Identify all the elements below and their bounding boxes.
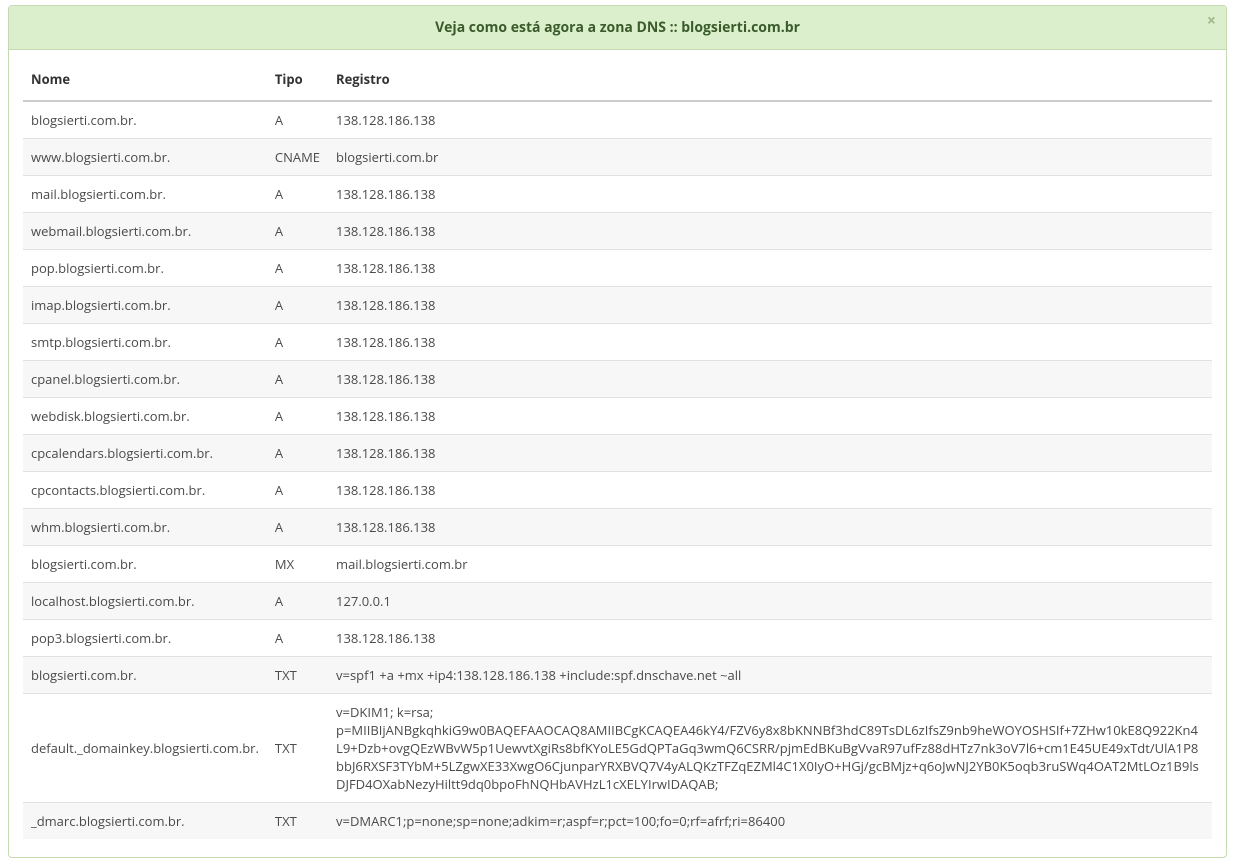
cell-record: blogsierti.com.br xyxy=(328,139,1212,176)
column-header-type: Tipo xyxy=(267,60,328,101)
cell-record: 138.128.186.138 xyxy=(328,213,1212,250)
cell-name: blogsierti.com.br. xyxy=(23,546,267,583)
cell-type: A xyxy=(267,509,328,546)
table-row: imap.blogsierti.com.br.A138.128.186.138 xyxy=(23,287,1212,324)
table-row: whm.blogsierti.com.br.A138.128.186.138 xyxy=(23,509,1212,546)
table-row: webmail.blogsierti.com.br.A138.128.186.1… xyxy=(23,213,1212,250)
table-row: default._domainkey.blogsierti.com.br.TXT… xyxy=(23,694,1212,803)
cell-record: 138.128.186.138 xyxy=(328,509,1212,546)
cell-type: A xyxy=(267,361,328,398)
table-row: blogsierti.com.br.MXmail.blogsierti.com.… xyxy=(23,546,1212,583)
cell-record: 138.128.186.138 xyxy=(328,398,1212,435)
cell-name: pop.blogsierti.com.br. xyxy=(23,250,267,287)
cell-name: smtp.blogsierti.com.br. xyxy=(23,324,267,361)
cell-type: TXT xyxy=(267,803,328,840)
cell-name: cpanel.blogsierti.com.br. xyxy=(23,361,267,398)
cell-type: A xyxy=(267,287,328,324)
cell-record: 138.128.186.138 xyxy=(328,620,1212,657)
cell-record: 138.128.186.138 xyxy=(328,250,1212,287)
cell-type: A xyxy=(267,583,328,620)
cell-name: whm.blogsierti.com.br. xyxy=(23,509,267,546)
panel-header: Veja como está agora a zona DNS :: blogs… xyxy=(9,6,1226,50)
cell-name: webdisk.blogsierti.com.br. xyxy=(23,398,267,435)
cell-record: 138.128.186.138 xyxy=(328,324,1212,361)
table-header-row: Nome Tipo Registro xyxy=(23,60,1212,101)
table-row: mail.blogsierti.com.br.A138.128.186.138 xyxy=(23,176,1212,213)
table-row: smtp.blogsierti.com.br.A138.128.186.138 xyxy=(23,324,1212,361)
dns-records-table: Nome Tipo Registro blogsierti.com.br.A13… xyxy=(23,60,1212,839)
cell-type: TXT xyxy=(267,694,328,803)
cell-record: 138.128.186.138 xyxy=(328,472,1212,509)
column-header-record: Registro xyxy=(328,60,1212,101)
cell-name: cpcontacts.blogsierti.com.br. xyxy=(23,472,267,509)
table-row: pop3.blogsierti.com.br.A138.128.186.138 xyxy=(23,620,1212,657)
cell-record: 138.128.186.138 xyxy=(328,176,1212,213)
cell-type: A xyxy=(267,213,328,250)
cell-type: TXT xyxy=(267,657,328,694)
table-row: _dmarc.blogsierti.com.br.TXTv=DMARC1;p=n… xyxy=(23,803,1212,840)
table-row: blogsierti.com.br.TXTv=spf1 +a +mx +ip4:… xyxy=(23,657,1212,694)
cell-type: A xyxy=(267,250,328,287)
dns-zone-panel: Veja como está agora a zona DNS :: blogs… xyxy=(8,5,1227,858)
cell-type: A xyxy=(267,620,328,657)
cell-name: localhost.blogsierti.com.br. xyxy=(23,583,267,620)
cell-type: A xyxy=(267,472,328,509)
cell-record: mail.blogsierti.com.br xyxy=(328,546,1212,583)
cell-record: 138.128.186.138 xyxy=(328,435,1212,472)
table-row: www.blogsierti.com.br.CNAMEblogsierti.co… xyxy=(23,139,1212,176)
panel-title: Veja como está agora a zona DNS :: blogs… xyxy=(435,18,800,37)
cell-record: 138.128.186.138 xyxy=(328,361,1212,398)
close-icon[interactable]: × xyxy=(1207,12,1216,28)
cell-name: cpcalendars.blogsierti.com.br. xyxy=(23,435,267,472)
panel-body: Nome Tipo Registro blogsierti.com.br.A13… xyxy=(9,50,1226,857)
cell-name: default._domainkey.blogsierti.com.br. xyxy=(23,694,267,803)
table-row: cpcontacts.blogsierti.com.br.A138.128.18… xyxy=(23,472,1212,509)
cell-record: 127.0.0.1 xyxy=(328,583,1212,620)
table-row: pop.blogsierti.com.br.A138.128.186.138 xyxy=(23,250,1212,287)
cell-record: v=DMARC1;p=none;sp=none;adkim=r;aspf=r;p… xyxy=(328,803,1212,840)
cell-type: A xyxy=(267,176,328,213)
table-row: blogsierti.com.br.A138.128.186.138 xyxy=(23,101,1212,139)
cell-name: mail.blogsierti.com.br. xyxy=(23,176,267,213)
cell-name: www.blogsierti.com.br. xyxy=(23,139,267,176)
cell-name: webmail.blogsierti.com.br. xyxy=(23,213,267,250)
table-row: cpcalendars.blogsierti.com.br.A138.128.1… xyxy=(23,435,1212,472)
cell-record: 138.128.186.138 xyxy=(328,101,1212,139)
cell-name: imap.blogsierti.com.br. xyxy=(23,287,267,324)
cell-record: 138.128.186.138 xyxy=(328,287,1212,324)
column-header-name: Nome xyxy=(23,60,267,101)
cell-type: CNAME xyxy=(267,139,328,176)
cell-record: v=DKIM1; k=rsa; p=MIIBIjANBgkqhkiG9w0BAQ… xyxy=(328,694,1212,803)
cell-name: blogsierti.com.br. xyxy=(23,657,267,694)
cell-type: A xyxy=(267,324,328,361)
cell-name: blogsierti.com.br. xyxy=(23,101,267,139)
cell-type: A xyxy=(267,435,328,472)
table-row: localhost.blogsierti.com.br.A127.0.0.1 xyxy=(23,583,1212,620)
table-row: cpanel.blogsierti.com.br.A138.128.186.13… xyxy=(23,361,1212,398)
table-row: webdisk.blogsierti.com.br.A138.128.186.1… xyxy=(23,398,1212,435)
cell-name: pop3.blogsierti.com.br. xyxy=(23,620,267,657)
cell-record: v=spf1 +a +mx +ip4:138.128.186.138 +incl… xyxy=(328,657,1212,694)
cell-type: A xyxy=(267,398,328,435)
cell-type: MX xyxy=(267,546,328,583)
cell-name: _dmarc.blogsierti.com.br. xyxy=(23,803,267,840)
cell-type: A xyxy=(267,101,328,139)
